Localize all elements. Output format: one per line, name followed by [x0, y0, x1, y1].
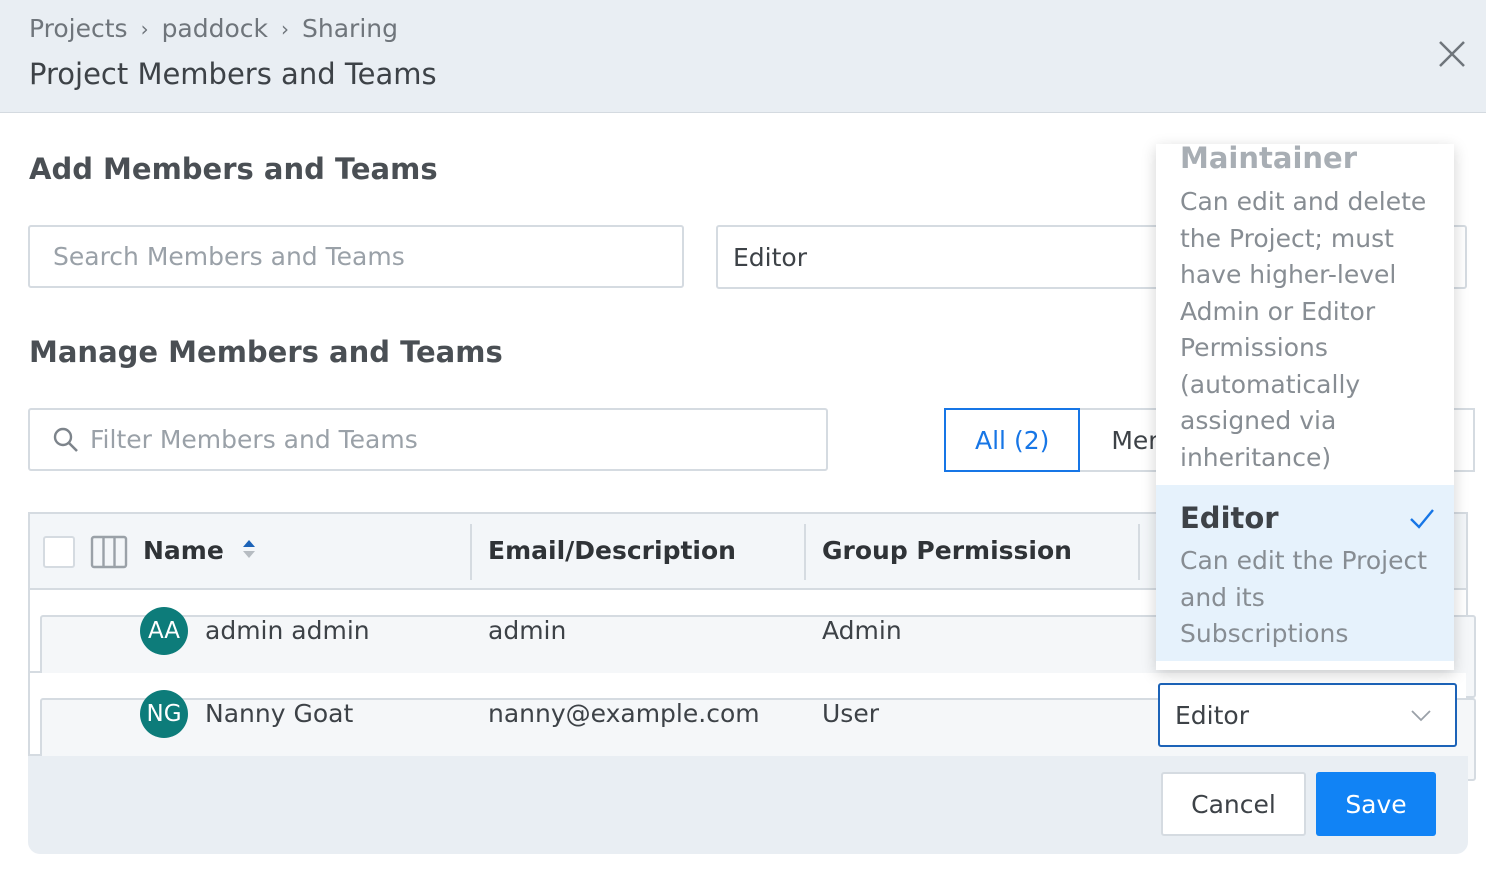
- add-section-title: Add Members and Teams: [29, 152, 438, 186]
- column-divider[interactable]: [470, 524, 472, 580]
- breadcrumb-sharing: Sharing: [302, 14, 398, 43]
- member-name: Nanny Goat: [205, 699, 354, 728]
- member-email: nanny@example.com: [488, 699, 760, 728]
- manage-section-title: Manage Members and Teams: [29, 335, 503, 369]
- option-description-line: and its: [1180, 582, 1265, 612]
- search-members-input[interactable]: Search Members and Teams: [28, 225, 684, 288]
- breadcrumb-projects[interactable]: Projects: [29, 14, 128, 43]
- save-button[interactable]: Save: [1316, 772, 1436, 836]
- columns-icon: [90, 535, 128, 569]
- option-description-line: the Project; must: [1180, 223, 1394, 253]
- avatar: NG: [140, 690, 188, 738]
- option-label: Maintainer: [1180, 144, 1358, 175]
- option-description-line: inheritance): [1180, 442, 1332, 472]
- member-group-permission: Admin: [822, 616, 902, 645]
- member-role-select[interactable]: Editor: [1158, 683, 1457, 747]
- search-members-placeholder: Search Members and Teams: [53, 242, 405, 271]
- column-header-email[interactable]: Email/Description: [488, 536, 736, 565]
- option-description: Can edit the Project and its Subscriptio…: [1180, 543, 1427, 653]
- select-all-checkbox[interactable]: [43, 536, 75, 568]
- close-icon: [1439, 41, 1465, 67]
- close-button[interactable]: [1436, 38, 1468, 70]
- sort-icon: [242, 540, 255, 558]
- column-name-label: Name: [143, 536, 224, 565]
- filter-members-input[interactable]: Filter Members and Teams: [28, 408, 828, 471]
- column-header-group-permission[interactable]: Group Permission: [822, 536, 1072, 565]
- cancel-button[interactable]: Cancel: [1161, 772, 1306, 836]
- add-role-value: Editor: [733, 242, 807, 272]
- option-description-line: Can edit the Project: [1180, 546, 1428, 575]
- column-header-name[interactable]: Name: [143, 536, 257, 565]
- option-description-line: (automatically: [1180, 369, 1361, 399]
- dropdown-option-editor[interactable]: Editor Can edit the Project and its Subs…: [1156, 485, 1454, 661]
- breadcrumb-project[interactable]: paddock: [162, 14, 268, 43]
- option-description: Can edit and delete the Project; must ha…: [1180, 184, 1426, 476]
- member-name: admin admin: [205, 616, 370, 645]
- option-description-line: Admin or Editor: [1180, 296, 1376, 326]
- chevron-down-icon: [1411, 710, 1431, 722]
- chevron-right-icon: ›: [281, 16, 290, 41]
- role-dropdown-menu: Maintainer Can edit and delete the Proje…: [1156, 144, 1454, 670]
- dialog-footer: Cancel Save: [28, 756, 1468, 854]
- checkmark-icon: [1410, 509, 1434, 529]
- option-description-line: Subscriptions: [1180, 619, 1349, 648]
- option-description-line: Can edit and delete: [1180, 187, 1427, 216]
- breadcrumb: Projects › paddock › Sharing: [29, 14, 398, 43]
- chevron-right-icon: ›: [140, 16, 149, 41]
- search-icon: [53, 427, 78, 452]
- member-role-value: Editor: [1175, 700, 1249, 730]
- option-description-line: have higher-level: [1180, 260, 1397, 289]
- member-group-permission: User: [822, 699, 879, 728]
- dialog-header: Projects › paddock › Sharing Project Mem…: [0, 0, 1486, 113]
- option-description-line: assigned via: [1180, 406, 1337, 435]
- tab-all[interactable]: All (2): [944, 408, 1081, 472]
- page-title: Project Members and Teams: [29, 57, 437, 91]
- option-description-line: Permissions: [1180, 333, 1328, 362]
- option-label: Editor: [1180, 501, 1279, 535]
- column-divider[interactable]: [804, 524, 806, 580]
- avatar: AA: [140, 607, 188, 655]
- columns-toggle[interactable]: [90, 535, 128, 573]
- member-email: admin: [488, 616, 567, 645]
- filter-members-placeholder: Filter Members and Teams: [90, 425, 418, 454]
- column-divider[interactable]: [1138, 524, 1140, 580]
- table-row: NG Nanny Goat nanny@example.com User Edi…: [30, 673, 1476, 781]
